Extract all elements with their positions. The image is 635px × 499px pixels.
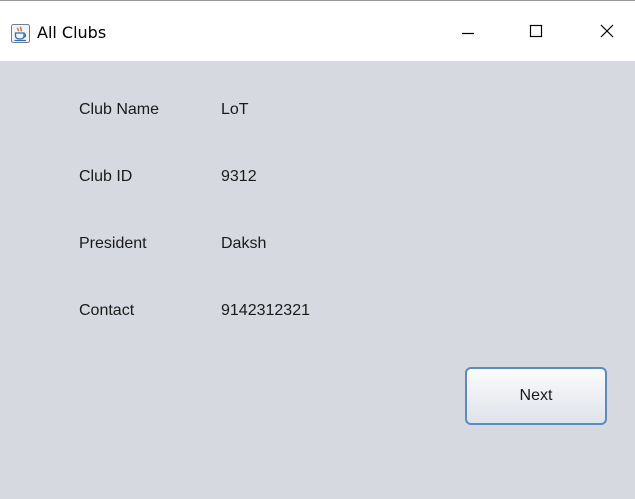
- contact-label: Contact: [79, 302, 135, 319]
- window-title: All Clubs: [37, 23, 107, 42]
- java-coffee-icon: [11, 24, 30, 43]
- title-bar[interactable]: All Clubs: [0, 1, 635, 61]
- maximize-icon: [529, 24, 543, 38]
- club-details-panel: Club Name LoT Club ID 9312 President Dak…: [0, 62, 635, 499]
- contact-value: 9142312321: [221, 302, 310, 319]
- minimize-button[interactable]: [445, 1, 491, 61]
- club-name-value: LoT: [221, 101, 249, 118]
- club-id-value: 9312: [221, 168, 257, 185]
- next-button[interactable]: Next: [465, 367, 607, 425]
- app-window: All Clubs Club Name LoT Club ID 9312 Pre…: [0, 0, 635, 499]
- minimize-icon: [462, 32, 474, 35]
- president-label: President: [79, 235, 147, 252]
- club-name-label: Club Name: [79, 101, 160, 118]
- close-icon: [600, 24, 614, 38]
- maximize-button[interactable]: [513, 1, 559, 61]
- close-button[interactable]: [584, 1, 630, 61]
- president-value: Daksh: [221, 235, 267, 252]
- club-id-label: Club ID: [79, 168, 133, 185]
